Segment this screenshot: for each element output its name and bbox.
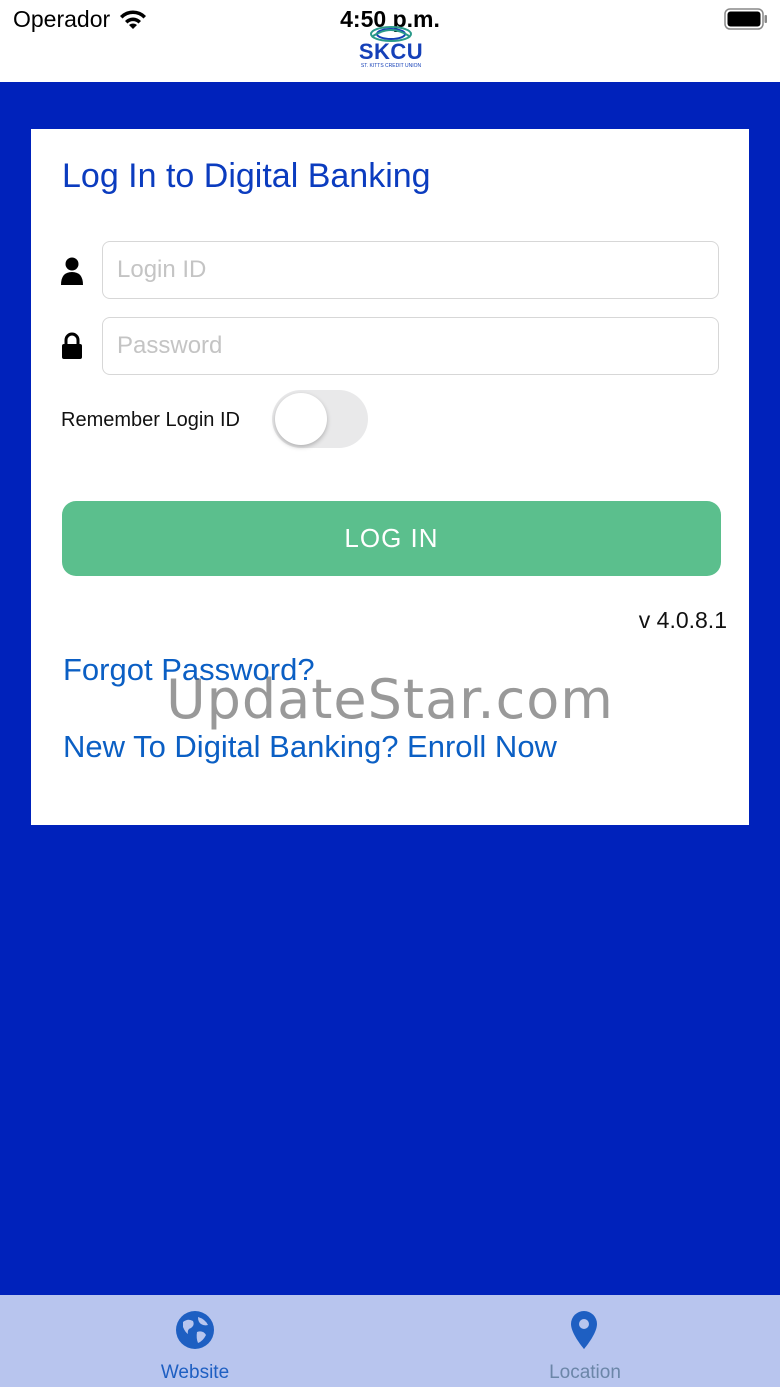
login-id-input[interactable] — [102, 241, 719, 299]
logo-subtitle: ST. KITTS CREDIT UNION — [360, 63, 422, 69]
user-icon — [61, 257, 83, 285]
remember-login-label: Remember Login ID — [61, 409, 240, 431]
battery-icon — [724, 8, 767, 30]
skcu-logo: SKCU ST. KITTS CREDIT UNION — [355, 24, 427, 70]
tab-website-label: Website — [160, 1362, 230, 1383]
page-title: Log In to Digital Banking — [62, 157, 431, 195]
login-button[interactable]: LOG IN — [62, 501, 721, 576]
lock-icon — [62, 332, 82, 359]
status-bar: Operador 4:50 p.m. SKCU ST. KITTS CREDIT… — [0, 0, 780, 82]
logo-name: SKCU — [358, 39, 424, 64]
toggle-knob — [275, 393, 327, 445]
enroll-link[interactable]: New To Digital Banking? Enroll Now — [63, 729, 557, 765]
tab-location[interactable]: Location — [390, 1295, 780, 1387]
forgot-password-link[interactable]: Forgot Password? — [63, 652, 315, 688]
tab-location-label: Location — [549, 1362, 621, 1383]
remember-login-toggle[interactable] — [272, 390, 368, 448]
login-card: Log In to Digital Banking Remember Login… — [31, 129, 749, 825]
globe-icon — [176, 1311, 214, 1349]
app-version: v 4.0.8.1 — [638, 607, 727, 633]
location-pin-icon — [571, 1311, 597, 1349]
tab-bar: Website Location — [0, 1295, 780, 1387]
password-input[interactable] — [102, 317, 719, 375]
tab-website[interactable]: Website — [0, 1295, 390, 1387]
